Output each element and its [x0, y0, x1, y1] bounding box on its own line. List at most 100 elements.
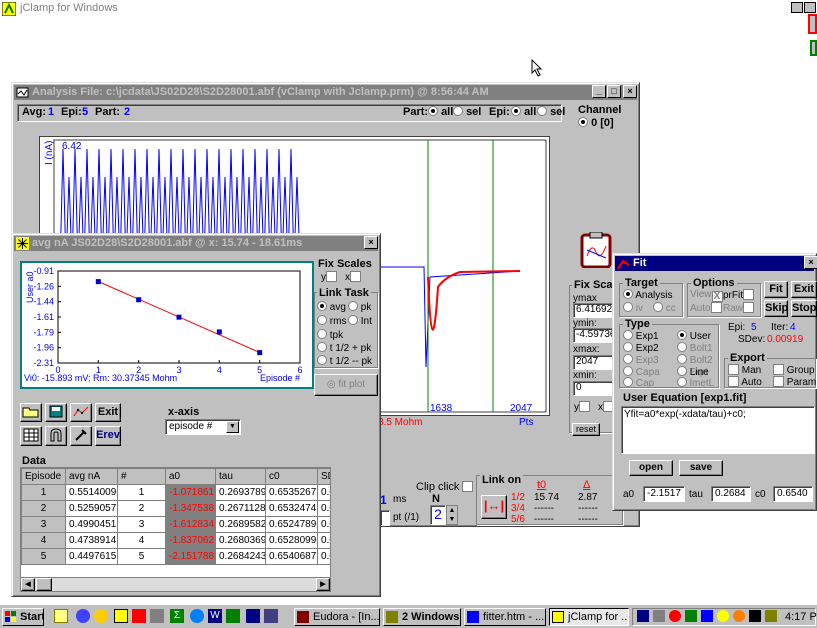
reset-button[interactable]: reset: [572, 423, 600, 436]
data-point[interactable]: [95, 279, 101, 285]
table-cell[interactable]: 0.6532474: [265, 500, 318, 517]
task-rms-radio[interactable]: rms: [317, 315, 346, 327]
view-checkbox[interactable]: View X: [690, 289, 723, 302]
tray-icon-8[interactable]: [749, 610, 761, 622]
table-header-cell[interactable]: SDe: [317, 468, 330, 485]
target-cc-radio[interactable]: cc: [653, 302, 676, 314]
fit-plot-button[interactable]: ◎ fit plot: [314, 374, 378, 396]
table-cell[interactable]: 0.6540687: [265, 548, 318, 565]
save-equation-button[interactable]: save: [679, 460, 723, 476]
task-t-half-minus-radio[interactable]: t 1/2 -- pk: [317, 355, 372, 367]
quicklaunch-browser-icon[interactable]: [76, 609, 90, 623]
epi-all-radio[interactable]: all: [511, 106, 536, 118]
type-exp2-radio[interactable]: Exp2: [623, 342, 659, 354]
auto-checkbox[interactable]: Auto: [690, 302, 722, 314]
avg-close-button[interactable]: ×: [364, 236, 378, 249]
fit-exit-button[interactable]: Exit: [791, 281, 817, 298]
tray-icon-7[interactable]: [733, 610, 745, 622]
table-cell[interactable]: 1: [117, 484, 166, 501]
type-exp3-radio[interactable]: Exp3: [623, 354, 659, 366]
table-cell[interactable]: 0.4497615: [65, 548, 118, 565]
quicklaunch-app12-icon[interactable]: [264, 609, 278, 623]
tray-icon-4[interactable]: [685, 610, 697, 622]
open-button[interactable]: open: [629, 460, 673, 476]
table-cell[interactable]: 0.2693789: [215, 484, 266, 501]
analysis-maximize-button[interactable]: □: [607, 85, 621, 98]
horizontal-scrollbar[interactable]: ◀ ▶: [21, 577, 330, 591]
fix-scales-x-checkbox[interactable]: x: [345, 271, 361, 283]
task-t-half-plus-radio[interactable]: t 1/2 + pk: [317, 342, 371, 354]
task-int-radio[interactable]: Int: [348, 315, 372, 327]
chevron-down-icon[interactable]: ▼: [226, 421, 239, 433]
table-cell[interactable]: 0.6535267: [265, 484, 318, 501]
channel-radio[interactable]: 0 [0]: [578, 117, 614, 129]
tools-button[interactable]: [70, 426, 92, 446]
task-fitter[interactable]: fitter.htm - ...: [464, 608, 546, 626]
table-cell[interactable]: 5: [21, 548, 66, 565]
app-side-icon[interactable]: [808, 14, 817, 34]
table-cell[interactable]: 0.4738914: [65, 532, 118, 549]
table-cell[interactable]: -1.347538: [165, 500, 216, 517]
c0-field[interactable]: 0.6540: [773, 486, 813, 502]
table-cell[interactable]: 0.5259057: [65, 500, 118, 517]
type-imetl-radio[interactable]: lmetL: [677, 377, 714, 389]
raw-checkbox[interactable]: Raw: [723, 302, 755, 314]
quicklaunch-app6-icon[interactable]: [150, 609, 164, 623]
table-cell[interactable]: -1.071861: [165, 484, 216, 501]
table-cell[interactable]: 0.2684243: [215, 548, 266, 565]
task-avg-radio[interactable]: avg: [317, 301, 346, 313]
table-row[interactable]: 5 0.4497615 5 -2.151788 0.2684243 0.6540687 0.…: [21, 548, 330, 565]
n-spinner[interactable]: ▲ ▼: [446, 505, 458, 525]
data-point[interactable]: [176, 314, 182, 320]
link-toggle-button[interactable]: |↔|: [481, 495, 507, 519]
task-pk-radio[interactable]: pk: [348, 301, 371, 313]
quicklaunch-word-icon[interactable]: W: [208, 609, 222, 623]
tray-icon-2[interactable]: [653, 610, 665, 622]
table-cell[interactable]: 0.6524789: [265, 516, 318, 533]
prfit-checkbox[interactable]: prFit: [723, 289, 754, 301]
scroll-right-icon[interactable]: ▶: [316, 578, 330, 591]
avg-scatter-chart[interactable]: -0.91-1.26-1.44-1.61-1.79-1.96-2.310 1 2 3 4…: [22, 263, 312, 387]
table-cell[interactable]: -1.837062: [165, 532, 216, 549]
clip-click-checkbox[interactable]: Clip click: [416, 481, 474, 493]
quicklaunch-excel-icon[interactable]: [226, 609, 240, 623]
app-side-icon-2[interactable]: [810, 40, 817, 56]
task-tpk-radio[interactable]: tpk: [317, 329, 343, 341]
app-close-button[interactable]: [804, 2, 816, 13]
table-cell[interactable]: 0.5514009: [65, 484, 118, 501]
fit-close-button[interactable]: ×: [804, 256, 817, 269]
quicklaunch-sigma-icon[interactable]: Σ: [170, 609, 184, 623]
app-minimize-button[interactable]: [791, 2, 803, 13]
table-header-cell[interactable]: #: [117, 468, 166, 485]
table-cell[interactable]: 5: [117, 548, 166, 565]
a0-field[interactable]: -2.1517: [643, 486, 685, 502]
table-cell[interactable]: -2.151788: [165, 548, 216, 565]
scroll-thumb[interactable]: [36, 578, 52, 591]
pt-field[interactable]: [380, 510, 390, 526]
magnet-button[interactable]: [45, 426, 67, 446]
tray-icon-1[interactable]: [637, 610, 649, 622]
table-cell[interactable]: 0.0: [317, 548, 330, 565]
table-cell[interactable]: 0.0: [317, 484, 330, 501]
table-row[interactable]: 3 0.4990451 3 -1.612834 0.2689582 0.6524789 0.…: [21, 516, 330, 533]
part-sel-radio[interactable]: sel: [453, 106, 481, 118]
task-windows[interactable]: 2 Windows...: [383, 608, 461, 626]
table-header-cell[interactable]: c0: [265, 468, 318, 485]
erev-button[interactable]: Erev: [95, 426, 121, 446]
table-header-cell[interactable]: Episode: [21, 468, 66, 485]
fit-button[interactable]: Fit: [764, 281, 788, 298]
quicklaunch-explorer-icon[interactable]: [54, 609, 68, 623]
tray-icon-6[interactable]: [717, 610, 729, 622]
type-user-radio[interactable]: User: [677, 330, 711, 342]
table-cell[interactable]: 0.0: [317, 500, 330, 517]
tray-icon-5[interactable]: [701, 610, 713, 622]
quicklaunch-app5-icon[interactable]: [132, 609, 146, 623]
table-row[interactable]: 1 0.5514009 1 -1.071861 0.2693789 0.6535267 0.…: [21, 484, 330, 501]
table-cell[interactable]: 0.6528099: [265, 532, 318, 549]
epi-sel-radio[interactable]: sel: [537, 106, 565, 118]
export-group-checkbox[interactable]: Group: [773, 364, 815, 376]
task-jclamp[interactable]: jClamp for ...: [549, 608, 629, 626]
quicklaunch-ie-icon[interactable]: [190, 609, 204, 623]
type-cap-radio[interactable]: Cap: [623, 377, 654, 389]
table-cell[interactable]: 2: [21, 500, 66, 517]
